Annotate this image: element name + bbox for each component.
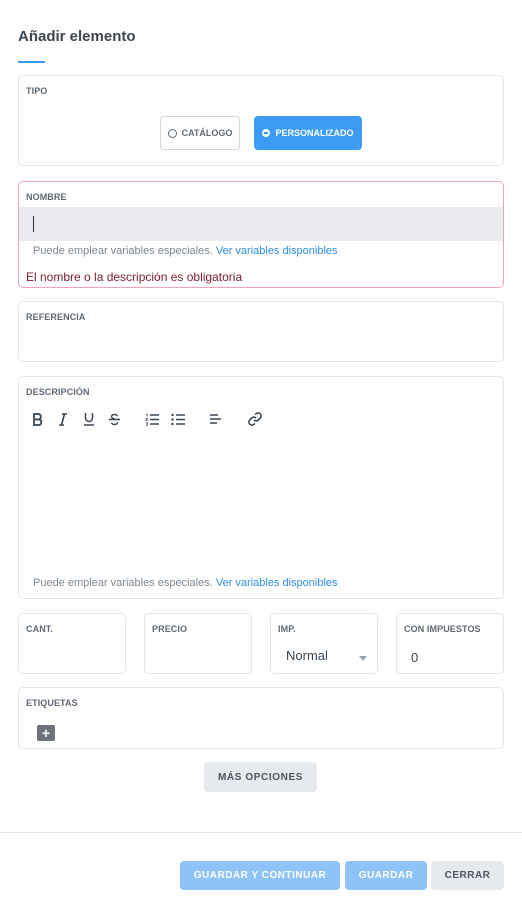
nombre-input[interactable] (19, 207, 503, 241)
nombre-error-message: El nombre o la descripción es obligatori… (26, 270, 243, 284)
ordered-list-icon[interactable] (144, 411, 160, 427)
nombre-hint-text: Puede emplear variables especiales. (33, 245, 213, 257)
referencia-field[interactable]: REFERENCIA (18, 301, 504, 362)
nombre-card: NOMBRE Puede emplear variables especiale… (18, 181, 504, 288)
etiquetas-card: ETIQUETAS + (18, 687, 504, 749)
footer-divider (0, 832, 522, 833)
nombre-label: NOMBRE (26, 192, 67, 202)
underline-icon[interactable] (81, 411, 97, 427)
nombre-hint: Puede emplear variables especiales. Ver … (33, 245, 338, 257)
tipo-personalizado-label: PERSONALIZADO (275, 128, 354, 138)
descripcion-hint: Puede emplear variables especiales. Ver … (33, 577, 338, 589)
descripcion-editor[interactable] (19, 433, 503, 573)
descripcion-hint-text: Puede emplear variables especiales. (33, 577, 213, 589)
tipo-catalogo-button[interactable]: CATÁLOGO (160, 116, 240, 150)
nombre-variables-link[interactable]: Ver variables disponibles (216, 245, 338, 257)
link-icon[interactable] (247, 411, 263, 427)
imp-label: IMP. (278, 624, 296, 634)
imp-select[interactable]: IMP. Normal (270, 613, 378, 674)
cant-label: CANT. (26, 624, 53, 634)
con-impuestos-value: 0 (411, 650, 419, 665)
tipo-label: TIPO (26, 86, 48, 96)
title-underline (18, 61, 45, 63)
strikethrough-icon[interactable] (106, 411, 122, 427)
imp-selected-value: Normal (286, 648, 328, 663)
radio-empty-icon (167, 128, 177, 138)
con-impuestos-field[interactable]: CON IMPUESTOS 0 (396, 613, 504, 674)
plus-icon[interactable]: + (37, 725, 55, 741)
cerrar-button[interactable]: CERRAR (431, 861, 504, 890)
precio-field[interactable]: PRECIO (144, 613, 252, 674)
italic-icon[interactable] (55, 411, 71, 427)
chevron-down-icon (359, 656, 367, 661)
tipo-catalogo-label: CATÁLOGO (181, 128, 233, 138)
align-left-icon[interactable] (207, 411, 223, 427)
bullet-list-icon[interactable] (170, 411, 186, 427)
con-impuestos-label: CON IMPUESTOS (404, 624, 481, 634)
guardar-button[interactable]: GUARDAR (345, 861, 427, 890)
cant-field[interactable]: CANT. (18, 613, 126, 674)
tipo-personalizado-button[interactable]: PERSONALIZADO (254, 116, 362, 150)
radio-selected-icon (262, 129, 271, 137)
referencia-label: REFERENCIA (26, 312, 86, 322)
descripcion-variables-link[interactable]: Ver variables disponibles (216, 577, 338, 589)
guardar-y-continuar-button[interactable]: GUARDAR Y CONTINUAR (180, 861, 340, 890)
tipo-card: TIPO CATÁLOGO PERSONALIZADO (18, 75, 504, 166)
text-caret (33, 216, 34, 232)
mas-opciones-button[interactable]: MÁS OPCIONES (204, 762, 317, 792)
dialog-title: Añadir elemento (18, 28, 136, 45)
bold-icon[interactable] (30, 411, 46, 427)
precio-label: PRECIO (152, 624, 188, 634)
descripcion-label: DESCRIPCIÓN (26, 387, 90, 397)
descripcion-card: DESCRIPCIÓN Puede emplear variables espe… (18, 376, 504, 599)
etiquetas-label: ETIQUETAS (26, 698, 78, 708)
